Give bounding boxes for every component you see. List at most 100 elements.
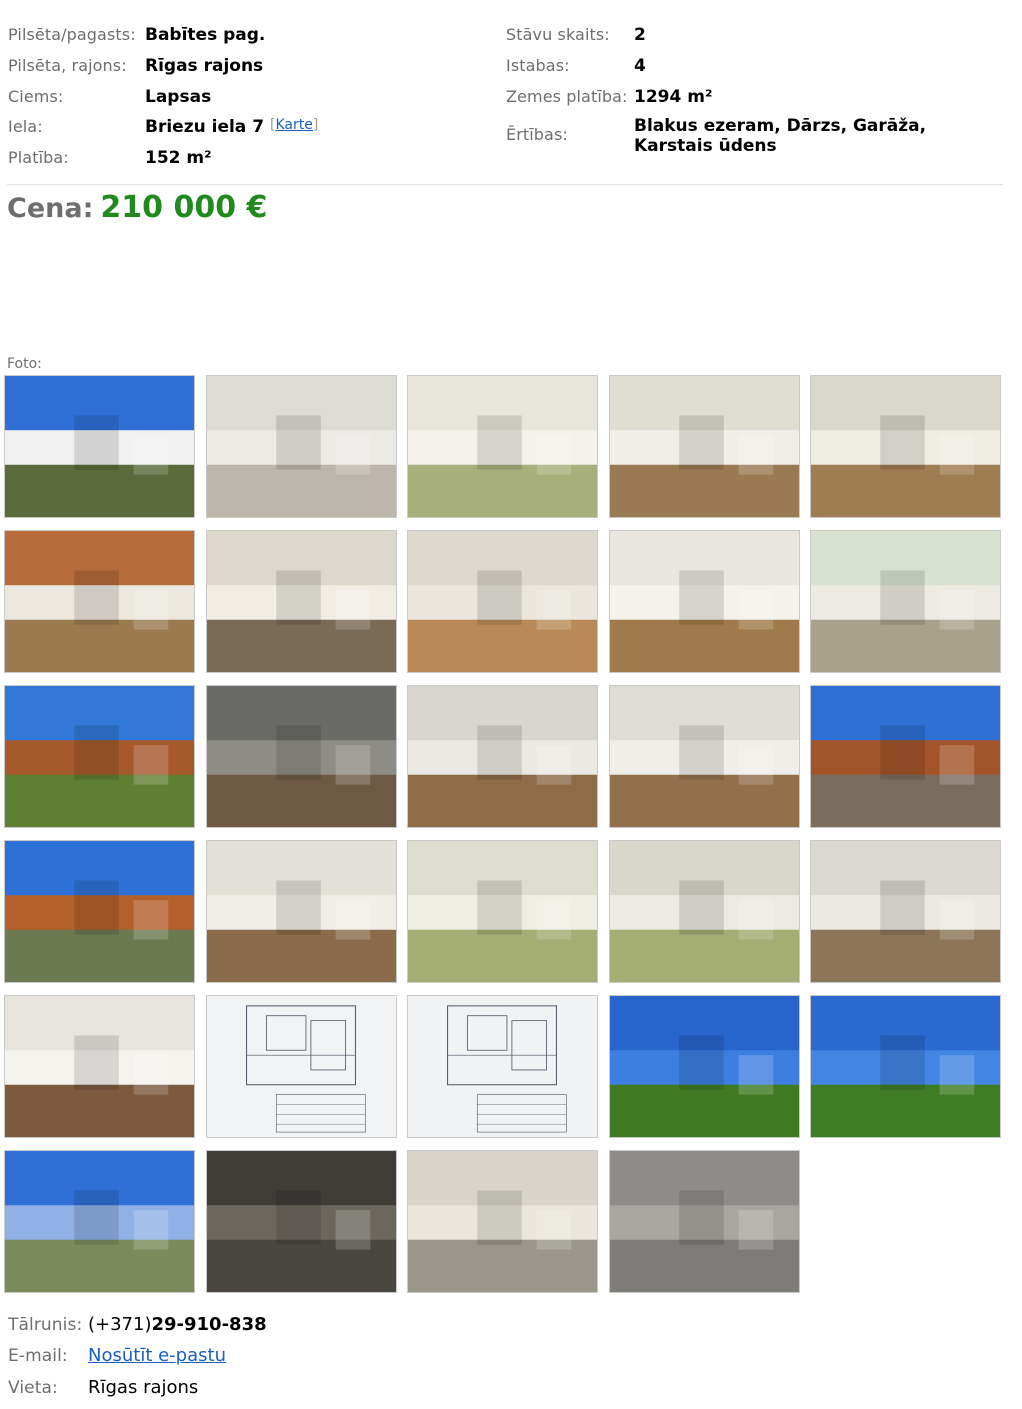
- photo-image: [5, 841, 194, 982]
- detail-value: 2: [634, 25, 646, 45]
- photo-thumbnail-bedroom-wardrobe[interactable]: [609, 685, 800, 828]
- photo-image: [811, 996, 1000, 1137]
- photo-thumbnail-lawn-house[interactable]: [609, 995, 800, 1138]
- detail-label: Ciems:: [8, 87, 64, 106]
- detail-value: 4: [634, 56, 646, 76]
- photo-thumbnail-laundry-door[interactable]: [4, 530, 195, 673]
- detail-row-floors: Stāvu skaits: 2: [506, 25, 646, 45]
- contact-email-row: E-mail: Nosūtīt e-pastu: [8, 1345, 226, 1366]
- contact-phone-row: Tālrunis: (+371) 29-910-838: [8, 1314, 267, 1335]
- photo-image: [811, 376, 1000, 517]
- divider: [7, 184, 1003, 185]
- detail-value: Babītes pag.: [145, 25, 266, 45]
- photos-label: Foto:: [7, 356, 42, 372]
- detail-row-district: Pilsēta, rajons: Rīgas rajons: [8, 56, 263, 76]
- detail-value-line1: Blakus ezeram, Dārzs, Garāža,: [634, 116, 927, 136]
- map-link[interactable]: Karte: [276, 117, 313, 133]
- photo-image: [408, 841, 597, 982]
- photo-image: [610, 376, 799, 517]
- photo-thumbnail-floor-plan-1[interactable]: [206, 995, 397, 1138]
- photo-image: [207, 376, 396, 517]
- photo-thumbnail-hallway-doors[interactable]: [206, 375, 397, 518]
- photo-image: [811, 841, 1000, 982]
- photo-thumbnail-attic-bedroom[interactable]: [810, 840, 1001, 983]
- photo-thumbnail-house-exterior[interactable]: [4, 375, 195, 518]
- detail-row-land-area: Zemes platība: 1294 m²: [506, 87, 712, 107]
- detail-value: Rīgas rajons: [145, 56, 264, 76]
- detail-row-city: Pilsēta/pagasts: Babītes pag.: [8, 25, 265, 45]
- photo-thumbnail-balcony-door[interactable]: [810, 685, 1001, 828]
- phone-prefix: (+371): [88, 1314, 152, 1335]
- photo-image: [811, 686, 1000, 827]
- detail-row-village: Ciems: Lapsas: [8, 87, 211, 107]
- photo-thumbnail-white-wardrobe[interactable]: [4, 995, 195, 1138]
- photo-image: [610, 1151, 799, 1292]
- photo-thumbnail-floor-plan-2[interactable]: [407, 995, 598, 1138]
- photo-image: [408, 686, 597, 827]
- photo-image: [610, 841, 799, 982]
- photo-thumbnail-bathtub[interactable]: [407, 840, 598, 983]
- photo-image: [610, 686, 799, 827]
- photo-thumbnail-bathroom-sink[interactable]: [407, 375, 598, 518]
- photo-thumbnail-driveway-car[interactable]: [4, 1150, 195, 1293]
- detail-value: Briezu iela 7: [145, 117, 265, 137]
- price-block: Cena: 210 000 €: [7, 190, 267, 225]
- detail-label: Iela:: [8, 117, 43, 136]
- phone-number[interactable]: 29-910-838: [151, 1314, 266, 1335]
- photo-thumbnail-living-sofa[interactable]: [810, 375, 1001, 518]
- detail-row-street: Iela: Briezu iela 7 [Karte]: [8, 117, 318, 137]
- photo-image: [5, 531, 194, 672]
- photo-thumbnail-bedroom[interactable]: [407, 685, 598, 828]
- listing-details: Pilsēta/pagasts: Babītes pag. Pilsēta, r…: [0, 0, 1022, 180]
- photo-image: [207, 1151, 396, 1292]
- photo-thumbnail-wall-charger[interactable]: [609, 1150, 800, 1293]
- photo-thumbnail-living-room[interactable]: [609, 375, 800, 518]
- detail-label: Stāvu skaits:: [506, 25, 610, 44]
- detail-value: 1294 m²: [634, 87, 713, 107]
- photo-image: [5, 686, 194, 827]
- photo-image: [811, 531, 1000, 672]
- photo-thumbnail-upper-hall[interactable]: [609, 530, 800, 673]
- photo-thumbnail-room-door[interactable]: [810, 530, 1001, 673]
- photo-image: [5, 1151, 194, 1292]
- photo-image: [408, 996, 597, 1137]
- map-link-wrapper: [Karte]: [270, 117, 319, 133]
- price-label: Cena:: [7, 193, 94, 224]
- photo-image: [408, 1151, 597, 1292]
- detail-label: Zemes platība:: [506, 87, 628, 106]
- photo-thumbnail-staircase[interactable]: [407, 530, 598, 673]
- detail-label: Ērtības:: [506, 125, 568, 144]
- photo-thumbnail-balcony-view[interactable]: [4, 685, 195, 828]
- photo-image: [5, 376, 194, 517]
- photo-image: [207, 996, 396, 1137]
- place-label: Vieta:: [8, 1378, 58, 1398]
- photo-image: [207, 841, 396, 982]
- detail-row-area: Platība: 152 m²: [8, 148, 212, 168]
- photo-thumbnail-boiler-room[interactable]: [407, 1150, 598, 1293]
- detail-label: Istabas:: [506, 56, 570, 75]
- photo-thumbnail-attic-room[interactable]: [206, 685, 397, 828]
- price-value: 210 000 €: [100, 190, 268, 225]
- detail-label: Pilsēta, rajons:: [8, 56, 127, 75]
- photo-thumbnail-lawn-trees[interactable]: [810, 995, 1001, 1138]
- photo-image: [610, 996, 799, 1137]
- detail-row-rooms: Istabas: 4: [506, 56, 646, 76]
- detail-value: Lapsas: [145, 87, 212, 107]
- phone-label: Tālrunis:: [8, 1315, 83, 1335]
- photo-thumbnail-garage[interactable]: [206, 1150, 397, 1293]
- photo-thumbnail-kitchen[interactable]: [206, 530, 397, 673]
- place-value: Rīgas rajons: [88, 1377, 199, 1398]
- detail-label: Platība:: [8, 148, 69, 167]
- email-label: E-mail:: [8, 1346, 68, 1366]
- photo-image: [5, 996, 194, 1137]
- detail-value-line2: Karstais ūdens: [634, 136, 777, 156]
- detail-label: Pilsēta/pagasts:: [8, 25, 136, 44]
- detail-value: 152 m²: [145, 148, 212, 168]
- send-email-link[interactable]: Nosūtīt e-pastu: [88, 1345, 226, 1366]
- photo-image: [408, 531, 597, 672]
- photo-image: [610, 531, 799, 672]
- photo-thumbnail-bathroom-shelf[interactable]: [609, 840, 800, 983]
- photo-image: [207, 531, 396, 672]
- photo-thumbnail-balcony-roof[interactable]: [4, 840, 195, 983]
- photo-thumbnail-wardrobe-hall[interactable]: [206, 840, 397, 983]
